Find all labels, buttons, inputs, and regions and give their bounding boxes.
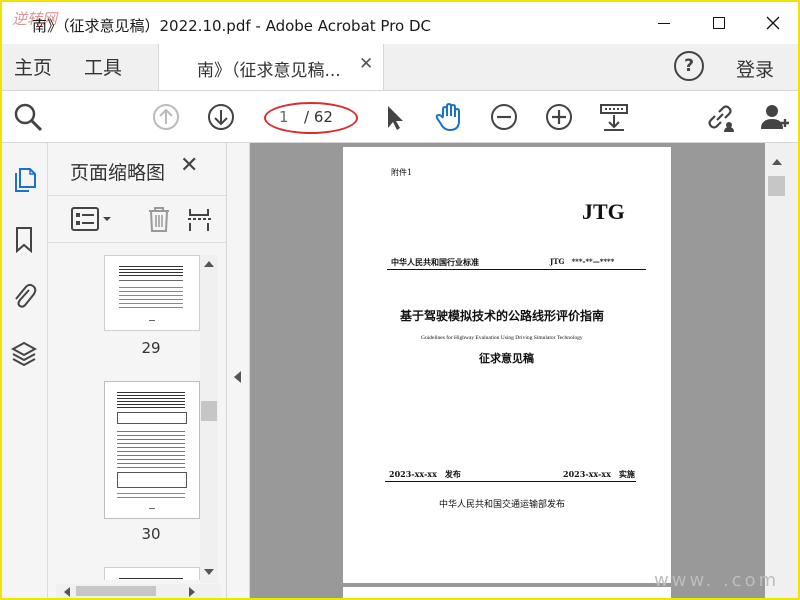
toolbar: 1 / 62 xyxy=(2,91,798,143)
footer-rule xyxy=(385,481,636,482)
home-tab[interactable]: 主页 xyxy=(14,53,52,80)
panel-toolbar xyxy=(48,195,226,243)
options-icon[interactable] xyxy=(70,206,114,232)
panel-collapse-handle[interactable] xyxy=(227,143,250,598)
header-rule xyxy=(387,269,646,270)
minimize-button[interactable] xyxy=(652,10,678,36)
document-tab[interactable]: 南》（征求意见稿... ✕ xyxy=(158,44,384,90)
attachment-label: 附件1 xyxy=(391,168,413,177)
thumbnail-scrollbar[interactable] xyxy=(200,255,218,583)
scrollbar-thumb[interactable] xyxy=(768,176,785,196)
publish-date: 2023-xx-xx 发布 xyxy=(389,469,461,479)
current-page-input[interactable]: 1 xyxy=(279,108,289,126)
page-thumbnail[interactable] xyxy=(104,567,200,580)
document-view[interactable]: 附件1 JTG 中华人民共和国行业标准 JTG ***-**—**** 基于驾驶… xyxy=(250,143,765,598)
tab-bar: 主页 工具 南》（征求意见稿... ✕ ? 登录 xyxy=(2,44,798,91)
next-pdf-page xyxy=(343,587,671,598)
maximize-button[interactable] xyxy=(706,10,732,36)
pages-icon[interactable] xyxy=(11,165,37,193)
thumbnail-page-number: 30 xyxy=(141,525,161,543)
document-scrollbar[interactable] xyxy=(765,143,798,598)
scroll-mode-icon[interactable] xyxy=(598,101,630,133)
standard-code: JTG xyxy=(582,199,625,224)
page-number-field[interactable]: 1 / 62 xyxy=(264,102,358,134)
hand-icon[interactable] xyxy=(433,101,465,133)
thumbnail-hscrollbar[interactable] xyxy=(56,584,221,598)
collapse-arrow-icon xyxy=(234,371,241,383)
page-thumbnail[interactable] xyxy=(104,381,200,519)
close-tab-icon[interactable]: ✕ xyxy=(359,54,373,74)
standard-number: JTG ***-**—**** xyxy=(550,257,615,266)
extract-icon[interactable] xyxy=(188,205,214,233)
footer-watermark: www. .com xyxy=(654,570,780,591)
help-button[interactable]: ? xyxy=(674,51,704,81)
thumbnail-panel: 页面缩略图 ✕ 29 30 xyxy=(48,143,227,598)
add-user-icon[interactable] xyxy=(759,101,791,133)
document-tab-label: 南》（征求意见稿... xyxy=(197,61,341,81)
pointer-icon[interactable] xyxy=(378,101,410,133)
hscrollbar-thumb[interactable] xyxy=(76,586,156,596)
scroll-down-arrow[interactable] xyxy=(204,569,214,575)
attachment-icon[interactable] xyxy=(11,281,37,309)
thumbnail-page-number: 29 xyxy=(141,339,161,357)
window-title: 南》（征求意见稿）2022.10.pdf - Adobe Acrobat Pro… xyxy=(32,17,431,35)
scroll-up-arrow[interactable] xyxy=(772,159,782,165)
search-icon[interactable] xyxy=(12,101,44,133)
tools-tab[interactable]: 工具 xyxy=(84,53,122,80)
zoom-out-icon[interactable] xyxy=(488,101,520,133)
close-panel-icon[interactable]: ✕ xyxy=(180,153,198,178)
draft-label: 征求意见稿 xyxy=(479,352,534,365)
publisher: 中华人民共和国交通运输部发布 xyxy=(439,500,566,510)
implement-date: 2023-xx-xx 实施 xyxy=(563,469,635,479)
link-icon[interactable] xyxy=(704,101,736,133)
document-title: 基于驾驶模拟技术的公路线形评价指南 xyxy=(400,309,605,323)
page-thumbnail[interactable] xyxy=(104,255,200,331)
arrow-up-icon[interactable] xyxy=(150,101,182,133)
document-title-english: Guidelines for Highway Evaluation Using … xyxy=(421,335,583,341)
sign-in-button[interactable]: 登录 xyxy=(736,55,774,82)
scroll-left-arrow[interactable] xyxy=(64,587,70,597)
scrollbar-thumb[interactable] xyxy=(201,401,217,421)
scroll-up-arrow[interactable] xyxy=(204,261,214,267)
arrow-down-icon[interactable] xyxy=(205,101,237,133)
title-bar: 逆转网 南》（征求意见稿）2022.10.pdf - Adobe Acrobat… xyxy=(2,2,798,44)
delete-icon[interactable] xyxy=(146,205,172,233)
pdf-page: 附件1 JTG 中华人民共和国行业标准 JTG ***-**—**** 基于驾驶… xyxy=(343,147,671,583)
close-icon xyxy=(766,16,780,30)
navigation-rail xyxy=(2,143,48,598)
panel-title: 页面缩略图 xyxy=(70,162,166,184)
total-pages-label: / 62 xyxy=(304,108,333,126)
bookmark-icon[interactable] xyxy=(11,225,37,253)
zoom-in-icon[interactable] xyxy=(543,101,575,133)
standard-name: 中华人民共和国行业标准 xyxy=(391,257,479,267)
scroll-right-arrow[interactable] xyxy=(189,587,195,597)
layers-icon[interactable] xyxy=(11,339,37,367)
close-button[interactable] xyxy=(760,10,786,36)
